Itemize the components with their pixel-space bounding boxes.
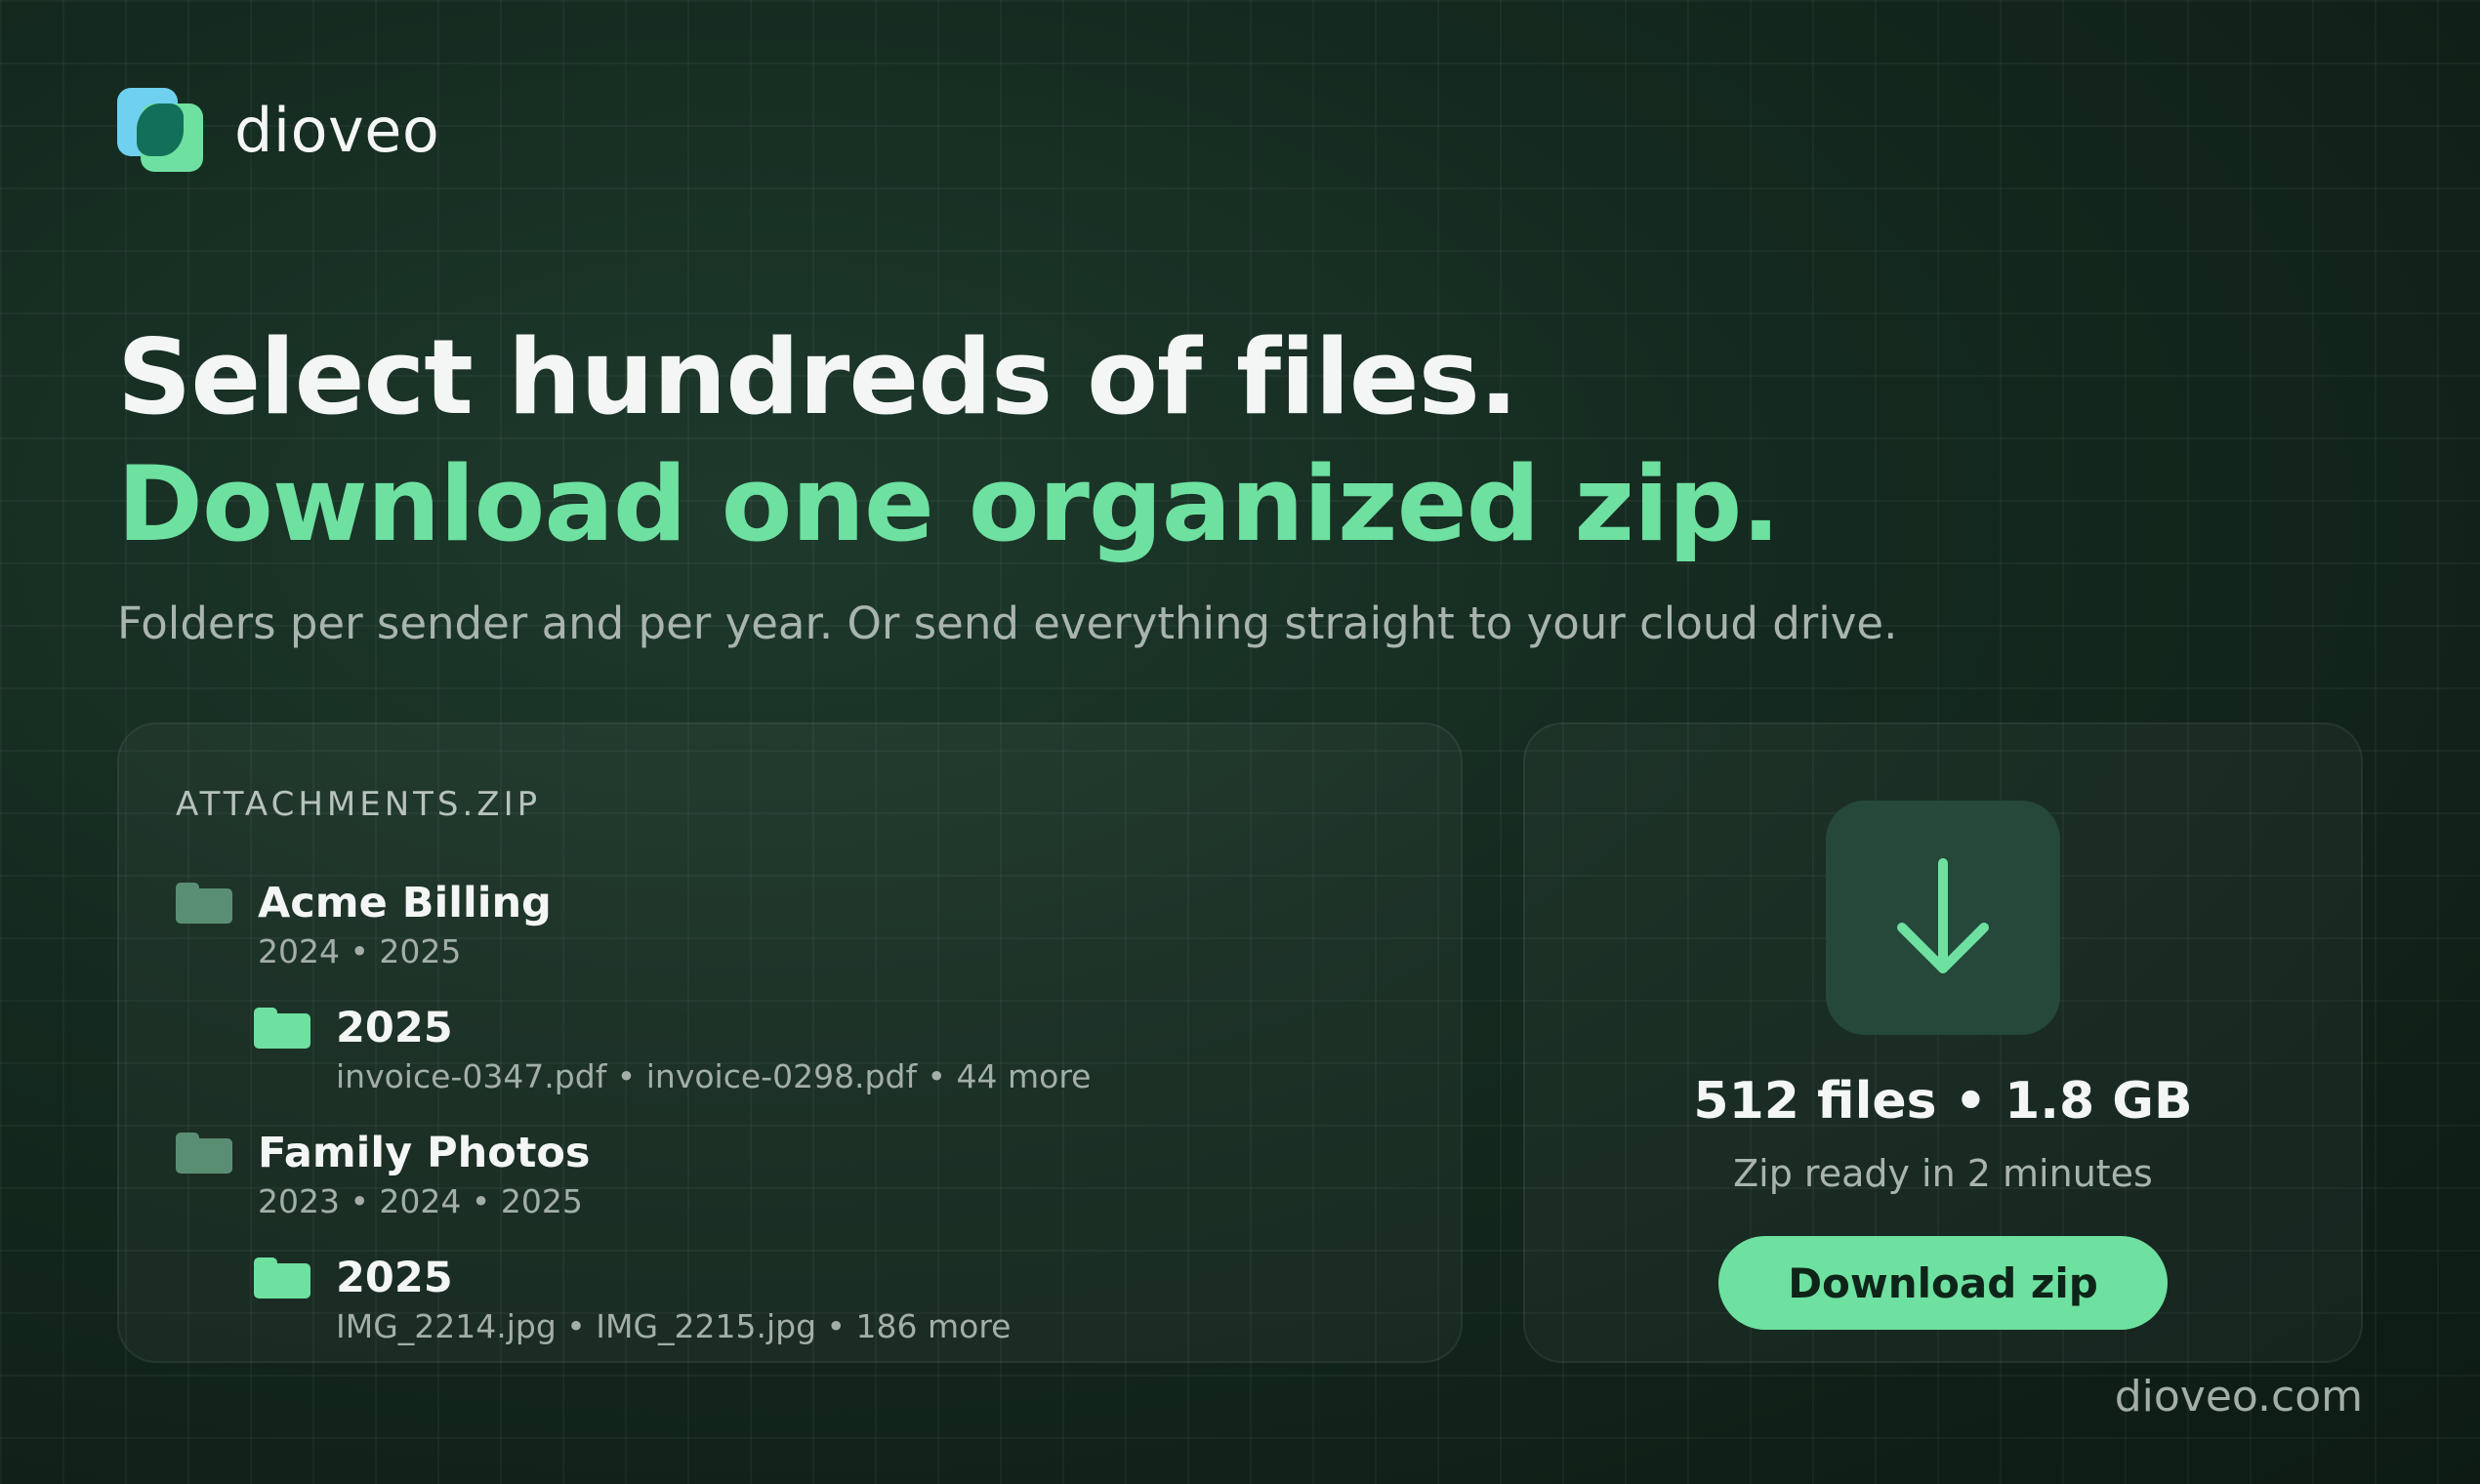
folder-name: Acme Billing	[258, 879, 552, 928]
zip-filename: ATTACHMENTS.ZIP	[176, 785, 542, 824]
folder-row[interactable]: Acme Billing 2024 • 2025	[176, 879, 552, 972]
brand-name: dioveo	[234, 94, 440, 166]
folder-years: 2024 • 2025	[258, 932, 462, 970]
headline-primary: Select hundreds of files.	[117, 317, 1518, 437]
subfolder-files: invoice-0347.pdf • invoice-0298.pdf • 44…	[336, 1057, 1092, 1095]
subfolder-row[interactable]: 2025 invoice-0347.pdf • invoice-0298.pdf…	[254, 1004, 1091, 1097]
headline-accent: Download one organized zip.	[117, 444, 1781, 564]
subfolder-name: 2025	[336, 1004, 453, 1052]
folder-row[interactable]: Family Photos 2023 • 2024 • 2025	[176, 1129, 591, 1222]
download-stats: 512 files • 1.8 GB	[1693, 1072, 2193, 1131]
footer-url-link[interactable]: dioveo.com	[2115, 1372, 2363, 1422]
folder-icon	[254, 1257, 310, 1298]
folder-years: 2023 • 2024 • 2025	[258, 1182, 583, 1220]
brand-logo[interactable]: dioveo	[117, 88, 439, 172]
folder-icon	[176, 1133, 232, 1174]
logo-mark-icon	[117, 88, 205, 172]
download-zip-button[interactable]: Download zip	[1718, 1236, 2168, 1330]
folder-icon	[254, 1008, 310, 1049]
folder-name: Family Photos	[258, 1129, 591, 1177]
subfolder-row[interactable]: 2025 IMG_2214.jpg • IMG_2215.jpg • 186 m…	[254, 1254, 1011, 1347]
zip-contents-card: ATTACHMENTS.ZIP Acme Billing 2024 • 2025…	[117, 722, 1463, 1363]
subfolder-name: 2025	[336, 1254, 453, 1302]
download-card: 512 files • 1.8 GB Zip ready in 2 minute…	[1523, 722, 2363, 1363]
folder-icon	[176, 883, 232, 924]
download-arrow-icon	[1826, 801, 2060, 1035]
hero-subtitle: Folders per sender and per year. Or send…	[117, 598, 1898, 649]
subfolder-files: IMG_2214.jpg • IMG_2215.jpg • 186 more	[336, 1307, 1012, 1345]
download-status: Zip ready in 2 minutes	[1733, 1152, 2153, 1195]
